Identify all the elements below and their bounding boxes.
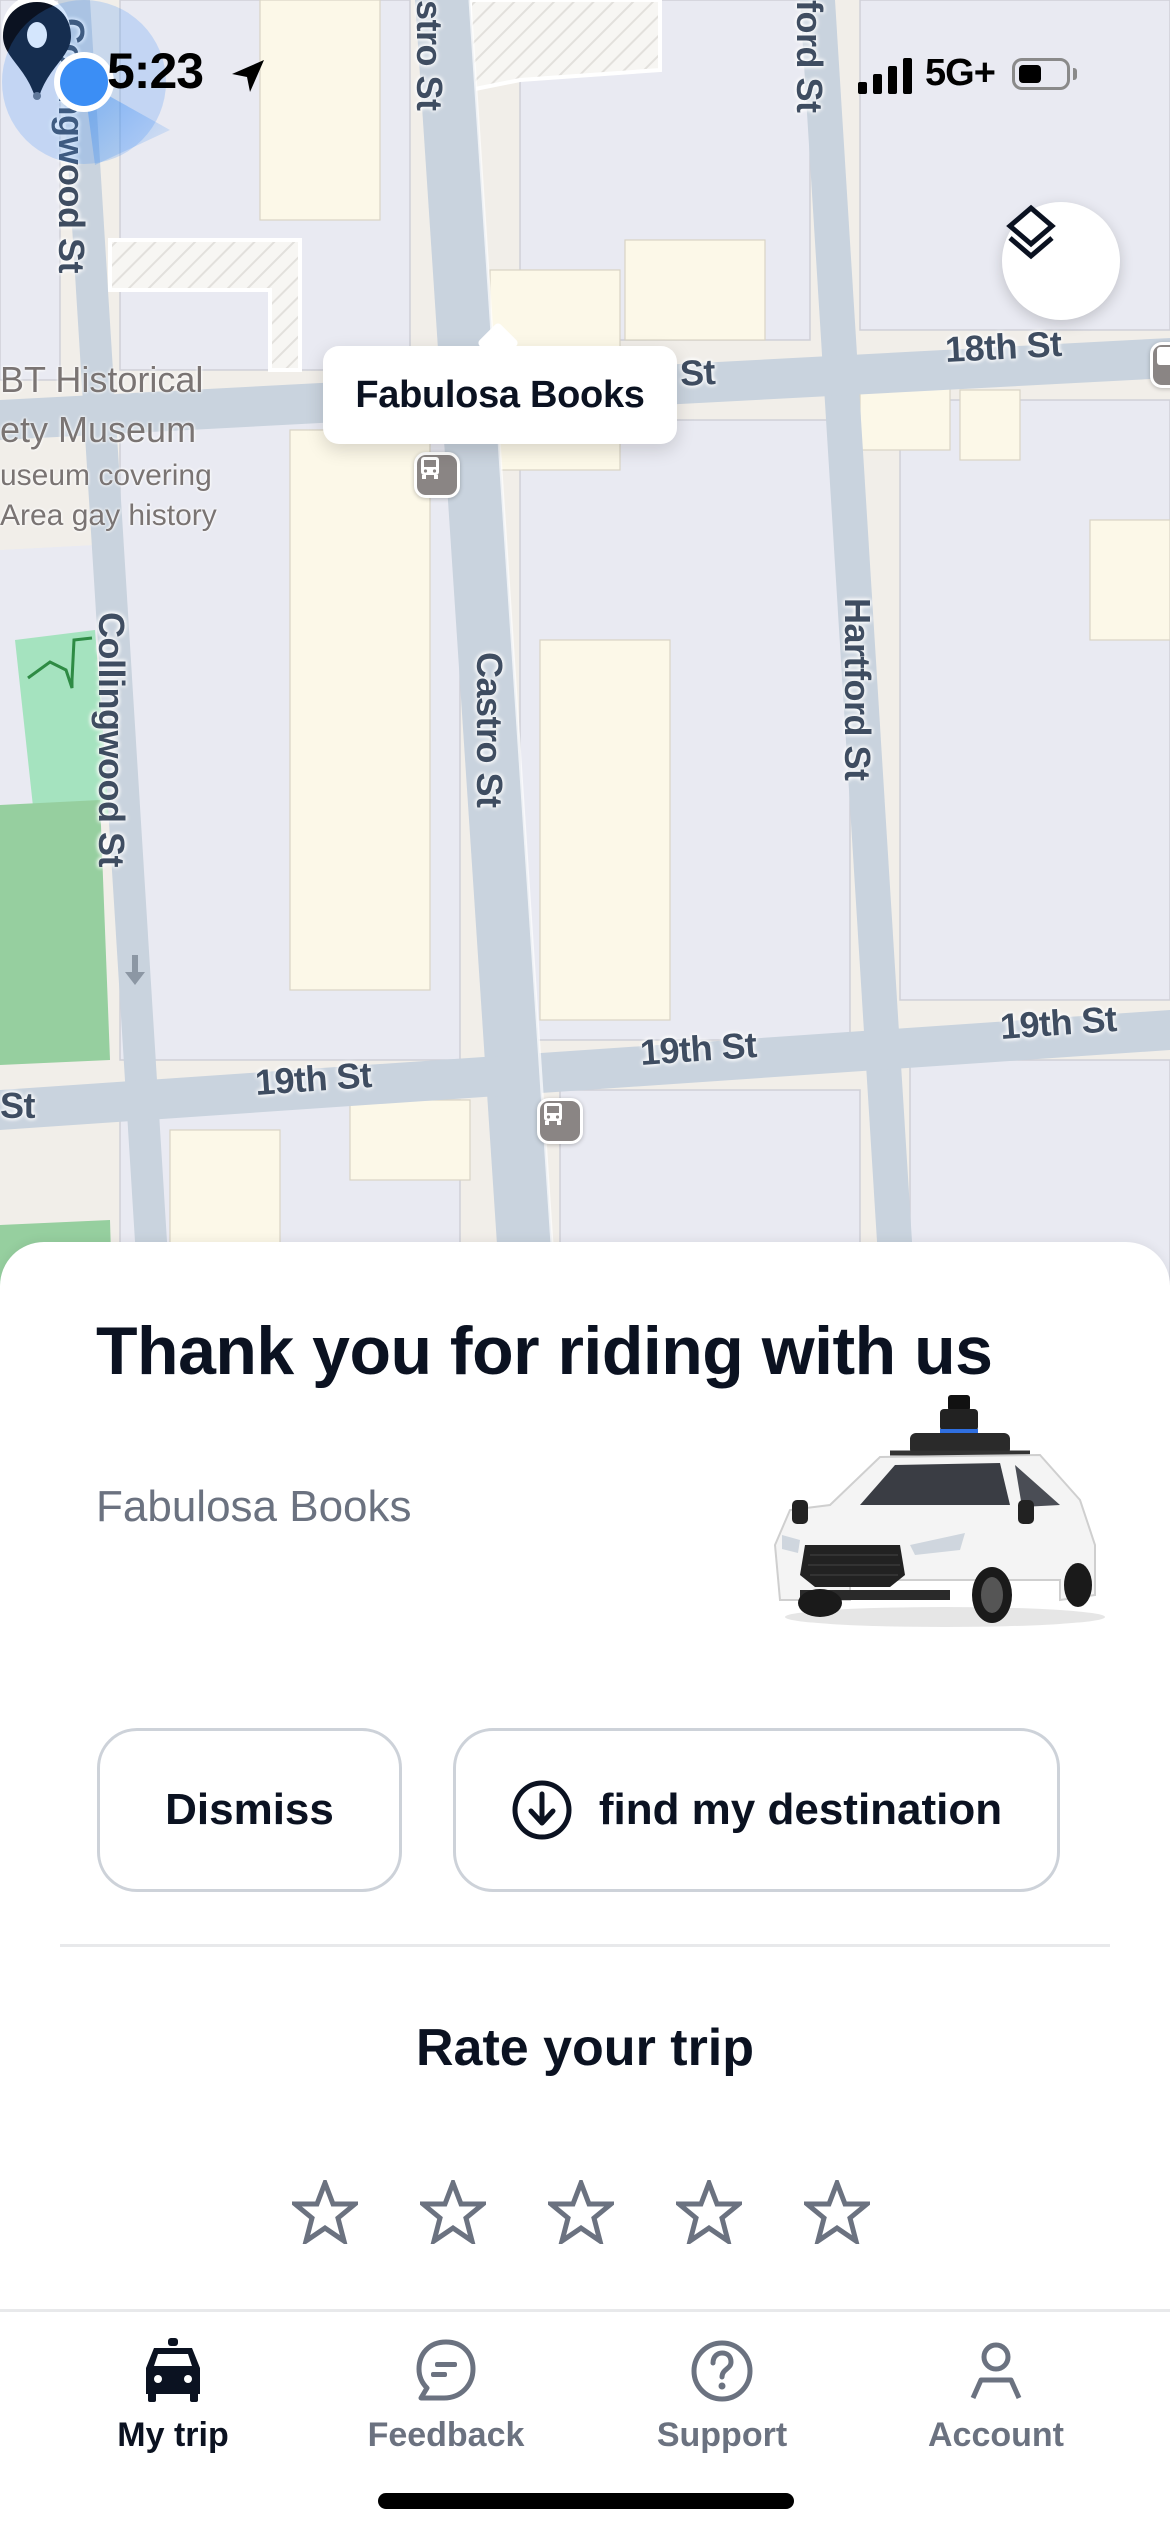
dismiss-button[interactable]: Dismiss	[97, 1728, 402, 1892]
layers-icon	[1006, 204, 1056, 260]
destination-callout-label: Fabulosa Books	[355, 373, 645, 416]
tab-label: My trip	[117, 2416, 229, 2454]
poi-description-line: useum covering	[0, 459, 212, 492]
sheet-title: Thank you for riding with us	[96, 1313, 993, 1389]
arrow-down-circle-icon	[512, 1780, 572, 1840]
poi-description-line: Area gay history	[0, 499, 217, 532]
destination-callout[interactable]: Fabulosa Books	[323, 346, 677, 444]
location-arrow-icon	[232, 60, 264, 92]
star-rating[interactable]	[292, 2180, 870, 2244]
tab-label: Feedback	[367, 2416, 525, 2454]
find-destination-button[interactable]: find my destination	[453, 1728, 1060, 1892]
star-icon-1[interactable]	[292, 2180, 358, 2244]
street-label-hartford: Hartford St	[837, 598, 878, 781]
map-layers-button[interactable]	[1002, 202, 1120, 320]
tab-support[interactable]: Support	[602, 2338, 842, 2455]
find-destination-label: find my destination	[598, 1785, 1003, 1834]
status-bar: 5:23 5G+	[0, 0, 1170, 150]
street-label-18th: St	[678, 351, 717, 394]
network-type: 5G+	[925, 52, 996, 94]
bus-stop-icon[interactable]	[537, 1098, 583, 1144]
tab-feedback[interactable]: Feedback	[326, 2338, 566, 2455]
tab-my-trip[interactable]: My trip	[53, 2338, 293, 2455]
car-icon	[146, 2338, 200, 2402]
question-circle-icon	[691, 2340, 753, 2402]
star-icon-2[interactable]	[420, 2180, 486, 2244]
tab-account[interactable]: Account	[876, 2338, 1116, 2455]
bus-stop-icon[interactable]	[414, 452, 460, 498]
tab-label: Account	[928, 2416, 1064, 2454]
star-icon-4[interactable]	[676, 2180, 742, 2244]
destination-name: Fabulosa Books	[96, 1482, 412, 1531]
home-indicator[interactable]	[378, 2493, 794, 2509]
battery-cap	[1073, 68, 1077, 80]
battery-icon	[1012, 58, 1070, 90]
street-label-collingwood: Collingwood St	[91, 612, 132, 867]
street-label-18th: 18th St	[943, 322, 1063, 371]
chat-bubble-icon	[416, 2339, 476, 2401]
dismiss-button-label: Dismiss	[165, 1785, 334, 1834]
tab-label: Support	[656, 2416, 788, 2454]
map-canvas	[0, 0, 1170, 1290]
star-icon-3[interactable]	[548, 2180, 614, 2244]
street-label-19th: 19th St	[253, 1053, 373, 1104]
person-icon	[970, 2342, 1022, 2400]
poi-name-line[interactable]: ety Museum	[0, 410, 196, 450]
bus-stop-icon[interactable]	[1150, 342, 1170, 388]
street-label-castro: Castro St	[469, 652, 510, 808]
section-divider	[60, 1944, 1110, 1947]
street-label-19th: 19th St	[998, 997, 1118, 1048]
poi-name-line[interactable]: BT Historical	[0, 360, 203, 400]
status-time: 5:23	[107, 43, 204, 99]
map-view[interactable]: Collingwood St Collingwood St stro St Ca…	[0, 0, 1170, 1290]
cellular-signal-icon	[858, 58, 912, 94]
vehicle-illustration	[773, 1395, 1105, 1627]
street-label-19th: 19th St	[638, 1023, 758, 1074]
rate-trip-title: Rate your trip	[415, 2019, 755, 2077]
star-icon-5[interactable]	[804, 2180, 870, 2244]
street-label-19th: St	[0, 1085, 36, 1126]
